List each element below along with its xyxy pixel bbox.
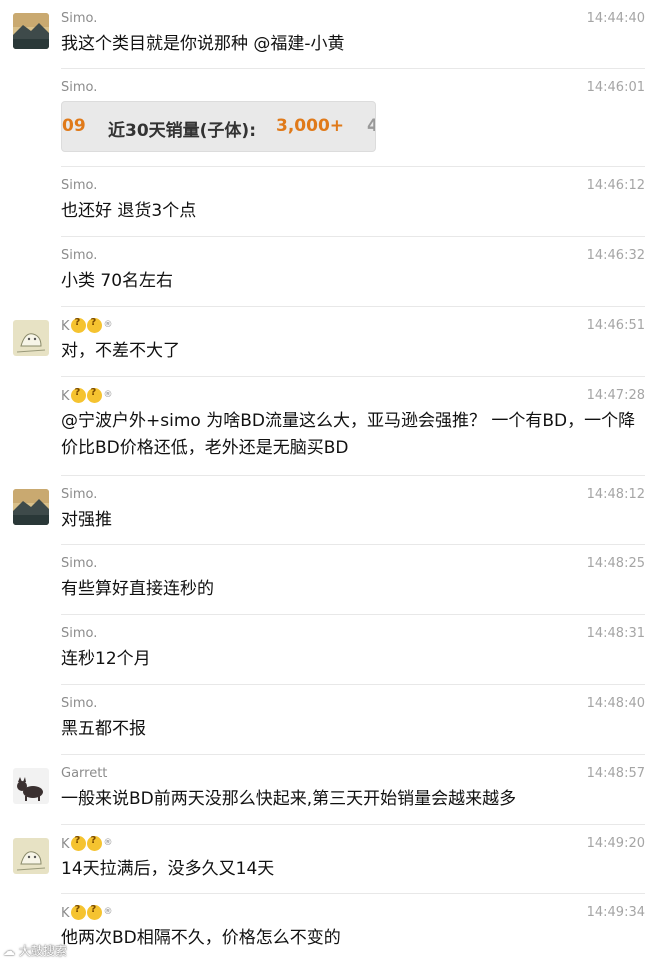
sender-name[interactable]: Simo. [61, 556, 97, 571]
chat-message: K® 14:46:51 对，不差不大了 [0, 307, 651, 377]
chat-message: Simo. 14:48:40 黑五都不报 [0, 685, 651, 755]
watermark: ☁ 大鼓搜索 [3, 942, 67, 959]
chat-message: Simo. 14:46:01 09 近30天销量(子体): 3,000+ 4 [0, 69, 651, 167]
message-timestamp: 14:48:25 [586, 556, 645, 571]
sender-name[interactable]: Simo. [61, 178, 97, 193]
message-text: 连秒12个月 [61, 649, 151, 669]
thinking-face-icon [70, 387, 86, 403]
chat-message-list: Simo. 14:44:40 我这个类目就是你说那种 @福建-小黄 Simo. … [0, 0, 651, 958]
thinking-face-icon [70, 904, 86, 920]
sender-name[interactable]: K® [61, 904, 113, 921]
message-timestamp: 14:46:12 [586, 178, 645, 193]
sender-name[interactable]: Simo. [61, 626, 97, 641]
chat-message: Garrett 14:48:57 一般来说BD前两天没那么快起来,第三天开始销量… [0, 755, 651, 825]
image-attachment[interactable]: 09 近30天销量(子体): 3,000+ 4 [61, 101, 376, 152]
avatar[interactable] [13, 768, 49, 804]
sender-name-text: K [61, 389, 70, 404]
message-timestamp: 14:48:57 [586, 766, 645, 781]
chat-message: K® 14:49:34 他两次BD相隔不久，价格怎么不变的 [0, 894, 651, 958]
message-timestamp: 14:47:28 [586, 388, 645, 403]
registered-mark: ® [103, 838, 113, 848]
message-text: 对强推 [61, 510, 112, 530]
message-text: 一般来说BD前两天没那么快起来,第三天开始销量会越来越多 [61, 789, 517, 809]
sender-name[interactable]: K® [61, 317, 113, 334]
sender-name[interactable]: Garrett [61, 766, 107, 781]
chat-message: K® 14:49:20 14天拉满后，没多久又14天 [0, 825, 651, 894]
thinking-face-icon [86, 387, 102, 403]
avatar[interactable] [13, 13, 49, 49]
sender-name[interactable]: Simo. [61, 487, 97, 502]
message-timestamp: 14:48:40 [586, 696, 645, 711]
avatar[interactable] [13, 489, 49, 525]
thinking-face-icon [70, 835, 86, 851]
sender-name[interactable]: K® [61, 387, 113, 404]
avatar[interactable] [13, 838, 49, 874]
image-text-fragment: 09 [62, 116, 86, 136]
thinking-face-icon [86, 317, 102, 333]
sender-name[interactable]: Simo. [61, 80, 97, 95]
thinking-face-icon [86, 835, 102, 851]
sender-name[interactable]: Simo. [61, 696, 97, 711]
chat-message: K® 14:47:28 @宁波户外+simo 为啥BD流量这么大，亚马逊会强推？… [0, 377, 651, 476]
chat-message: Simo. 14:48:31 连秒12个月 [0, 615, 651, 685]
registered-mark: ® [103, 907, 113, 917]
message-text: 黑五都不报 [61, 719, 146, 739]
image-sales-label: 近30天销量(子体): [108, 121, 256, 141]
chat-message: Simo. 14:48:12 对强推 [0, 476, 651, 545]
message-timestamp: 14:46:51 [586, 318, 645, 333]
message-text: 14天拉满后，没多久又14天 [61, 859, 275, 879]
chat-message: Simo. 14:46:32 小类 70名左右 [0, 237, 651, 307]
sender-name[interactable]: K® [61, 835, 113, 852]
message-timestamp: 14:49:34 [586, 905, 645, 920]
thinking-face-icon [70, 317, 86, 333]
chat-message: Simo. 14:48:25 有些算好直接连秒的 [0, 545, 651, 615]
watermark-text: 大鼓搜索 [18, 944, 67, 958]
message-text: 小类 70名左右 [61, 271, 174, 291]
sender-name-text: K [61, 906, 70, 921]
registered-mark: ® [103, 390, 113, 400]
message-timestamp: 14:48:31 [586, 626, 645, 641]
message-timestamp: 14:46:32 [586, 248, 645, 263]
message-text: 他两次BD相隔不久，价格怎么不变的 [61, 928, 341, 948]
message-text: @宁波户外+simo 为啥BD流量这么大，亚马逊会强推？ 一个有BD，一个降价比… [61, 411, 636, 458]
image-sales-value: 3,000+ [276, 116, 345, 136]
message-timestamp: 14:46:01 [586, 80, 645, 95]
sender-name[interactable]: Simo. [61, 248, 97, 263]
chat-message: Simo. 14:44:40 我这个类目就是你说那种 @福建-小黄 [0, 0, 651, 69]
message-text: 我这个类目就是你说那种 @福建-小黄 [61, 34, 345, 54]
message-text: 对，不差不大了 [61, 341, 180, 361]
message-text: 有些算好直接连秒的 [61, 579, 214, 599]
sender-name-text: K [61, 837, 70, 852]
sender-name-text: K [61, 319, 70, 334]
registered-mark: ® [103, 320, 113, 330]
sender-name[interactable]: Simo. [61, 11, 97, 26]
avatar[interactable] [13, 320, 49, 356]
message-timestamp: 14:49:20 [586, 836, 645, 851]
chat-message: Simo. 14:46:12 也还好 退货3个点 [0, 167, 651, 237]
image-text-tail: 4 [367, 116, 375, 136]
thinking-face-icon [86, 904, 102, 920]
message-timestamp: 14:44:40 [586, 11, 645, 26]
message-timestamp: 14:48:12 [586, 487, 645, 502]
message-text: 也还好 退货3个点 [61, 201, 197, 221]
watermark-logo-icon: ☁ [3, 944, 15, 958]
